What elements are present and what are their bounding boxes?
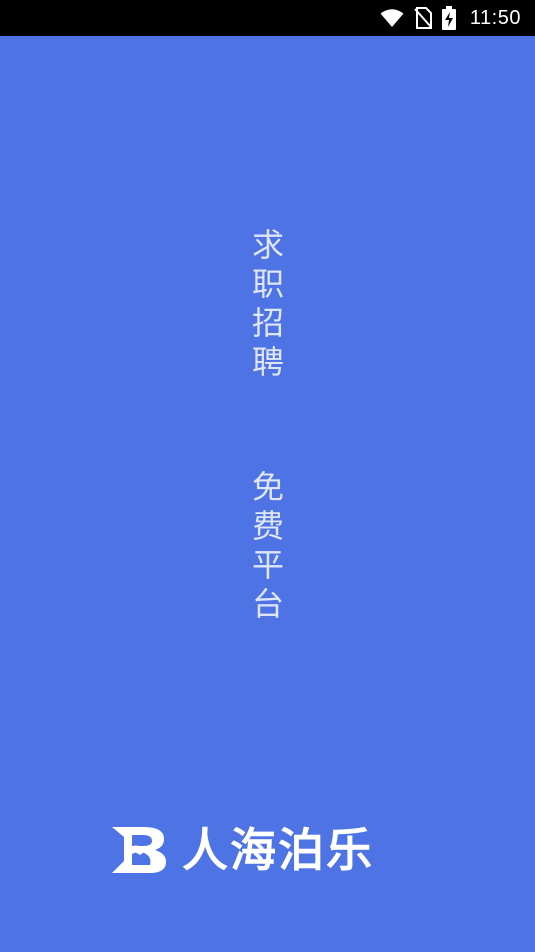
tagline-job-recruitment: 求职招聘 <box>251 226 284 381</box>
horse-head-r-logo <box>110 825 168 875</box>
wifi-icon <box>380 8 404 28</box>
no-sim-icon <box>414 7 432 29</box>
status-bar: 11:50 <box>0 0 535 36</box>
brand-logo-lockup: 人海泊乐 <box>110 824 374 876</box>
tagline-free-platform: 免费平台 <box>251 468 284 623</box>
splash-screen: 求职招聘 免费平台 人海泊乐 <box>0 36 535 952</box>
battery-charging-icon <box>441 6 456 30</box>
status-icons: 11:50 <box>380 0 521 36</box>
status-time: 11:50 <box>469 6 521 29</box>
brand-name: 人海泊乐 <box>182 823 374 877</box>
